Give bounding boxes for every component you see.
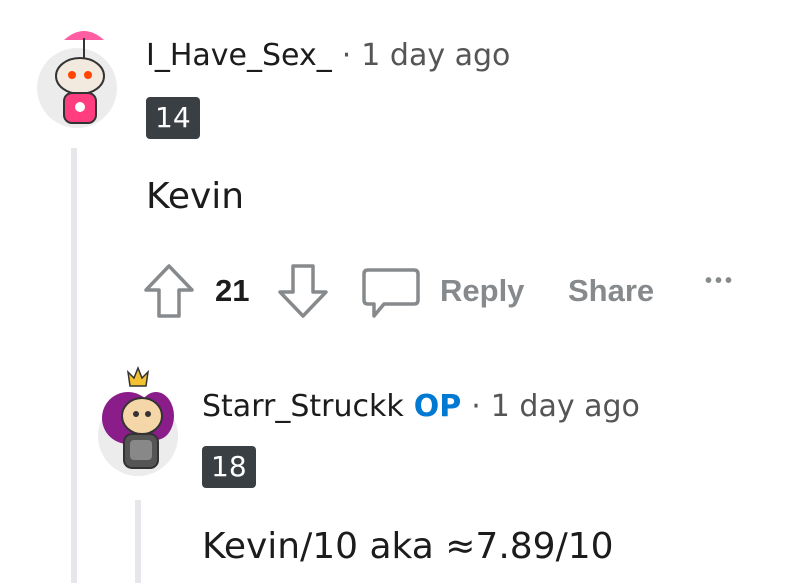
avatar[interactable] [96,365,180,476]
vote-count: 21 [215,273,250,308]
comment-timestamp[interactable]: 1 day ago [361,38,510,73]
separator-dot: · [471,389,481,424]
comment-icon[interactable] [362,266,420,320]
user-flair: 14 [146,97,200,139]
more-icon[interactable]: ••• [705,270,735,293]
thread-line-nested[interactable] [135,500,141,583]
comment-body: Kevin [146,176,245,217]
separator-dot: · [341,38,352,73]
thread-line[interactable] [71,148,77,583]
share-button[interactable]: Share [568,273,654,309]
comment-author[interactable]: Starr_Struckk [202,389,404,424]
downvote-icon[interactable] [277,263,329,319]
op-badge: OP [413,389,462,424]
comment-body: Kevin/10 aka ≈7.89/10 [202,526,614,567]
comment-author[interactable]: I_Have_Sex_ [146,38,332,73]
user-flair: 18 [202,446,256,488]
upvote-icon[interactable] [143,263,195,319]
reply-button[interactable]: Reply [440,273,524,309]
comment-timestamp[interactable]: 1 day ago [491,389,640,424]
avatar[interactable] [34,18,120,128]
